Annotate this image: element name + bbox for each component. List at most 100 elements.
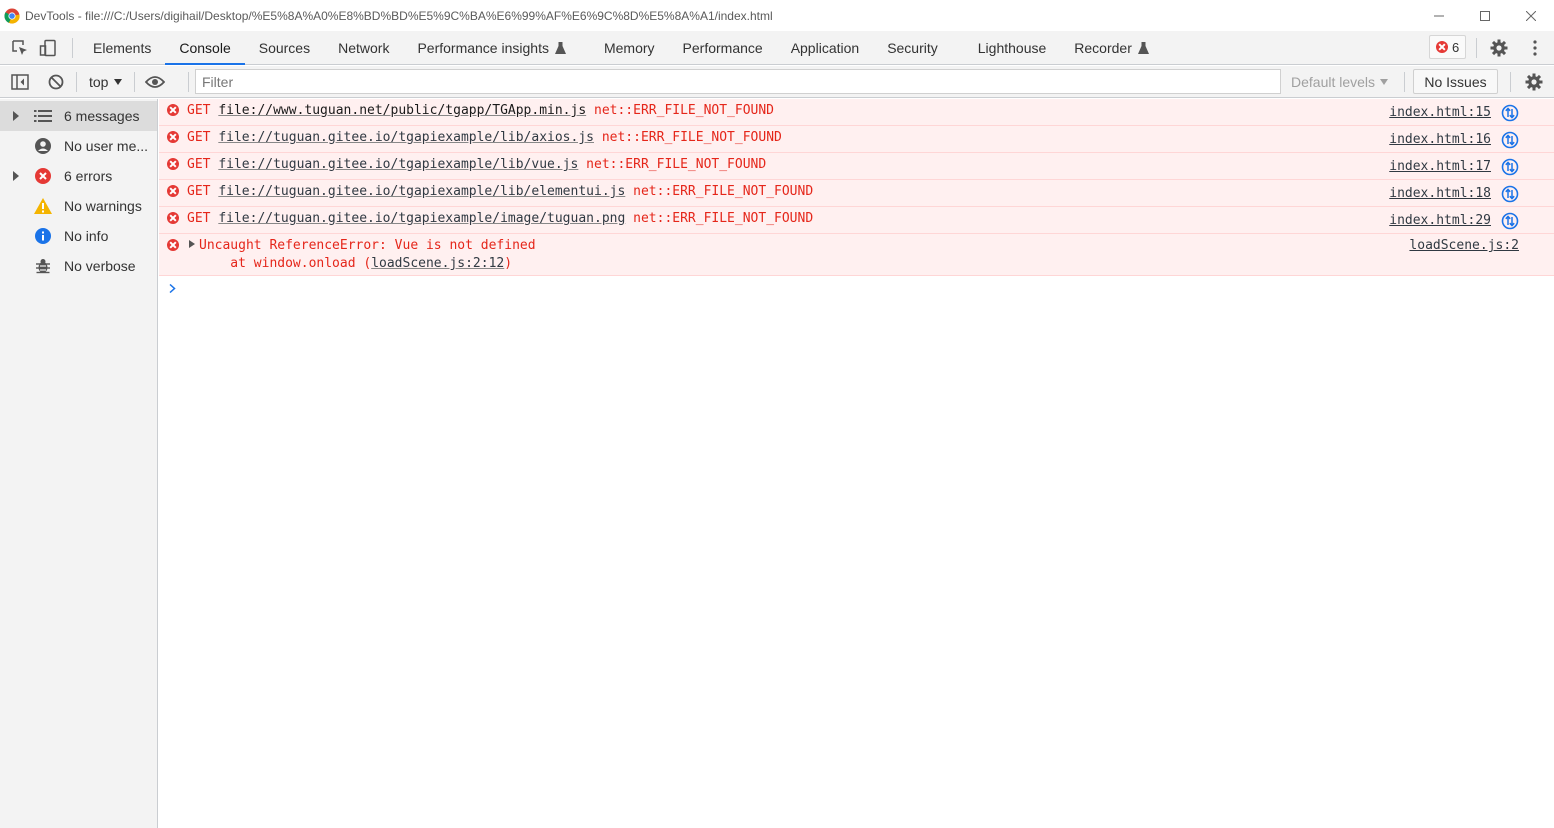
message-text: GET file://www.tuguan.net/public/tgapp/T…: [187, 103, 774, 118]
request-url-link[interactable]: file://www.tuguan.net/public/tgapp/TGApp…: [218, 103, 586, 118]
tab-label: Performance: [682, 39, 763, 56]
source-link[interactable]: loadScene.js:2: [1409, 238, 1519, 253]
request-url-link[interactable]: file://tuguan.gitee.io/tgapiexample/lib/…: [218, 130, 594, 145]
tab-network[interactable]: Network: [324, 31, 403, 64]
prompt-chevron-icon: [169, 284, 176, 293]
error-icon: [167, 239, 179, 251]
gear-icon: [1525, 73, 1543, 91]
stack-trace-line: at window.onload (loadScene.js:2:12): [199, 256, 512, 271]
warning-icon: [34, 197, 52, 215]
tab-application[interactable]: Application: [777, 31, 874, 64]
minimize-icon: [1434, 15, 1444, 16]
minimize-button[interactable]: [1416, 0, 1462, 31]
expand-arrow-icon[interactable]: [13, 111, 19, 121]
clear-console-button[interactable]: [42, 68, 70, 96]
sidebar-toggle-icon: [11, 73, 29, 90]
settings-button[interactable]: [1485, 34, 1513, 62]
tab-label: Security: [887, 39, 938, 56]
close-button[interactable]: [1508, 0, 1554, 31]
divider: [76, 71, 77, 92]
error-code: net::ERR_FILE_NOT_FOUND: [594, 103, 775, 118]
error-icon: [167, 104, 179, 116]
show-sidebar-button[interactable]: [6, 68, 34, 96]
chevron-down-icon: [114, 78, 123, 85]
panel-tab-bar: Elements Console Sources Network Perform…: [0, 31, 1554, 65]
device-icon: [39, 39, 56, 56]
tab-elements[interactable]: Elements: [79, 31, 165, 64]
request-method: GET: [187, 103, 211, 118]
stack-frame-link[interactable]: loadScene.js:2:12: [371, 256, 504, 271]
experiment-flask-icon: [1137, 41, 1149, 54]
sidebar-item-verbose[interactable]: No verbose: [0, 251, 157, 281]
more-options-button[interactable]: [1521, 34, 1549, 62]
source-link[interactable]: index.html:16: [1389, 132, 1491, 147]
error-code: net::ERR_FILE_NOT_FOUND: [601, 130, 782, 145]
request-url-link[interactable]: file://tuguan.gitee.io/tgapiexample/lib/…: [218, 157, 578, 172]
network-request-icon[interactable]: [1501, 185, 1519, 203]
network-request-icon[interactable]: [1501, 131, 1519, 149]
tab-security[interactable]: Security: [873, 31, 952, 64]
console-error-message: GET file://tuguan.gitee.io/tgapiexample/…: [159, 207, 1554, 234]
tab-recorder[interactable]: Recorder: [1060, 31, 1163, 64]
user-icon: [34, 137, 52, 155]
stack-frame-text: at window.onload (: [199, 256, 372, 271]
tab-label: Sources: [258, 39, 311, 56]
error-count-badge[interactable]: 6: [1429, 35, 1467, 59]
error-icon: [167, 131, 179, 143]
sidebar-item-info[interactable]: No info: [0, 221, 157, 251]
console-error-message: GET file://tuguan.gitee.io/tgapiexample/…: [159, 126, 1554, 153]
divider: [134, 71, 136, 92]
filter-placeholder: Filter: [202, 73, 234, 90]
source-link[interactable]: index.html:15: [1389, 105, 1491, 120]
source-link[interactable]: index.html:29: [1389, 213, 1491, 228]
chevron-down-icon: [1380, 79, 1389, 85]
source-link[interactable]: index.html:18: [1389, 186, 1491, 201]
expand-arrow-icon[interactable]: [189, 240, 195, 248]
expand-arrow-icon[interactable]: [13, 171, 19, 181]
request-method: GET: [187, 211, 211, 226]
sidebar-item-errors[interactable]: 6 errors: [0, 161, 157, 191]
filter-input[interactable]: Filter: [195, 69, 1281, 94]
live-expression-button[interactable]: [141, 68, 169, 96]
sidebar-item-user-messages[interactable]: No user me...: [0, 131, 157, 161]
message-text: GET file://tuguan.gitee.io/tgapiexample/…: [187, 211, 813, 226]
error-code: net::ERR_FILE_NOT_FOUND: [633, 211, 814, 226]
network-request-icon[interactable]: [1501, 212, 1519, 230]
issues-button[interactable]: No Issues: [1413, 69, 1498, 94]
execution-context-select[interactable]: top: [79, 69, 132, 95]
message-text: GET file://tuguan.gitee.io/tgapiexample/…: [187, 157, 766, 172]
maximize-button[interactable]: [1462, 0, 1508, 31]
device-toolbar-button[interactable]: [34, 34, 62, 62]
tab-sources[interactable]: Sources: [245, 31, 324, 64]
source-link[interactable]: index.html:17: [1389, 159, 1491, 174]
network-request-icon[interactable]: [1501, 158, 1519, 176]
tab-label: Memory: [603, 39, 655, 56]
request-url-link[interactable]: file://tuguan.gitee.io/tgapiexample/imag…: [218, 211, 625, 226]
info-icon: [34, 227, 52, 245]
tab-label: Elements: [93, 39, 152, 56]
error-code: net::ERR_FILE_NOT_FOUND: [633, 184, 814, 199]
divider: [72, 37, 73, 58]
sidebar-item-label: No warnings: [64, 198, 142, 214]
console-prompt-line[interactable]: [159, 276, 1554, 300]
tab-label: Lighthouse: [977, 39, 1047, 56]
tab-memory[interactable]: Memory: [590, 31, 669, 64]
error-icon: [167, 212, 179, 224]
request-method: GET: [187, 184, 211, 199]
sidebar-item-messages[interactable]: 6 messages: [0, 101, 157, 131]
request-url-link[interactable]: file://tuguan.gitee.io/tgapiexample/lib/…: [218, 184, 625, 199]
request-method: GET: [187, 130, 211, 145]
tab-lighthouse[interactable]: Lighthouse: [964, 31, 1061, 64]
network-request-icon[interactable]: [1501, 104, 1519, 122]
clear-block-icon: [48, 74, 64, 89]
tab-performance-insights[interactable]: Performance insights: [403, 31, 580, 64]
exception-text[interactable]: Uncaught ReferenceError: Vue is not defi…: [189, 238, 536, 253]
inspect-element-button[interactable]: [6, 34, 34, 62]
console-settings-button[interactable]: [1520, 68, 1548, 96]
tab-performance[interactable]: Performance: [669, 31, 777, 64]
sidebar-item-warnings[interactable]: No warnings: [0, 191, 157, 221]
window-title: DevTools - file:///C:/Users/digihail/Des…: [25, 8, 773, 23]
tab-console[interactable]: Console: [165, 31, 246, 65]
inspect-cursor-icon: [12, 39, 27, 55]
log-levels-dropdown[interactable]: Default levels: [1291, 70, 1389, 94]
